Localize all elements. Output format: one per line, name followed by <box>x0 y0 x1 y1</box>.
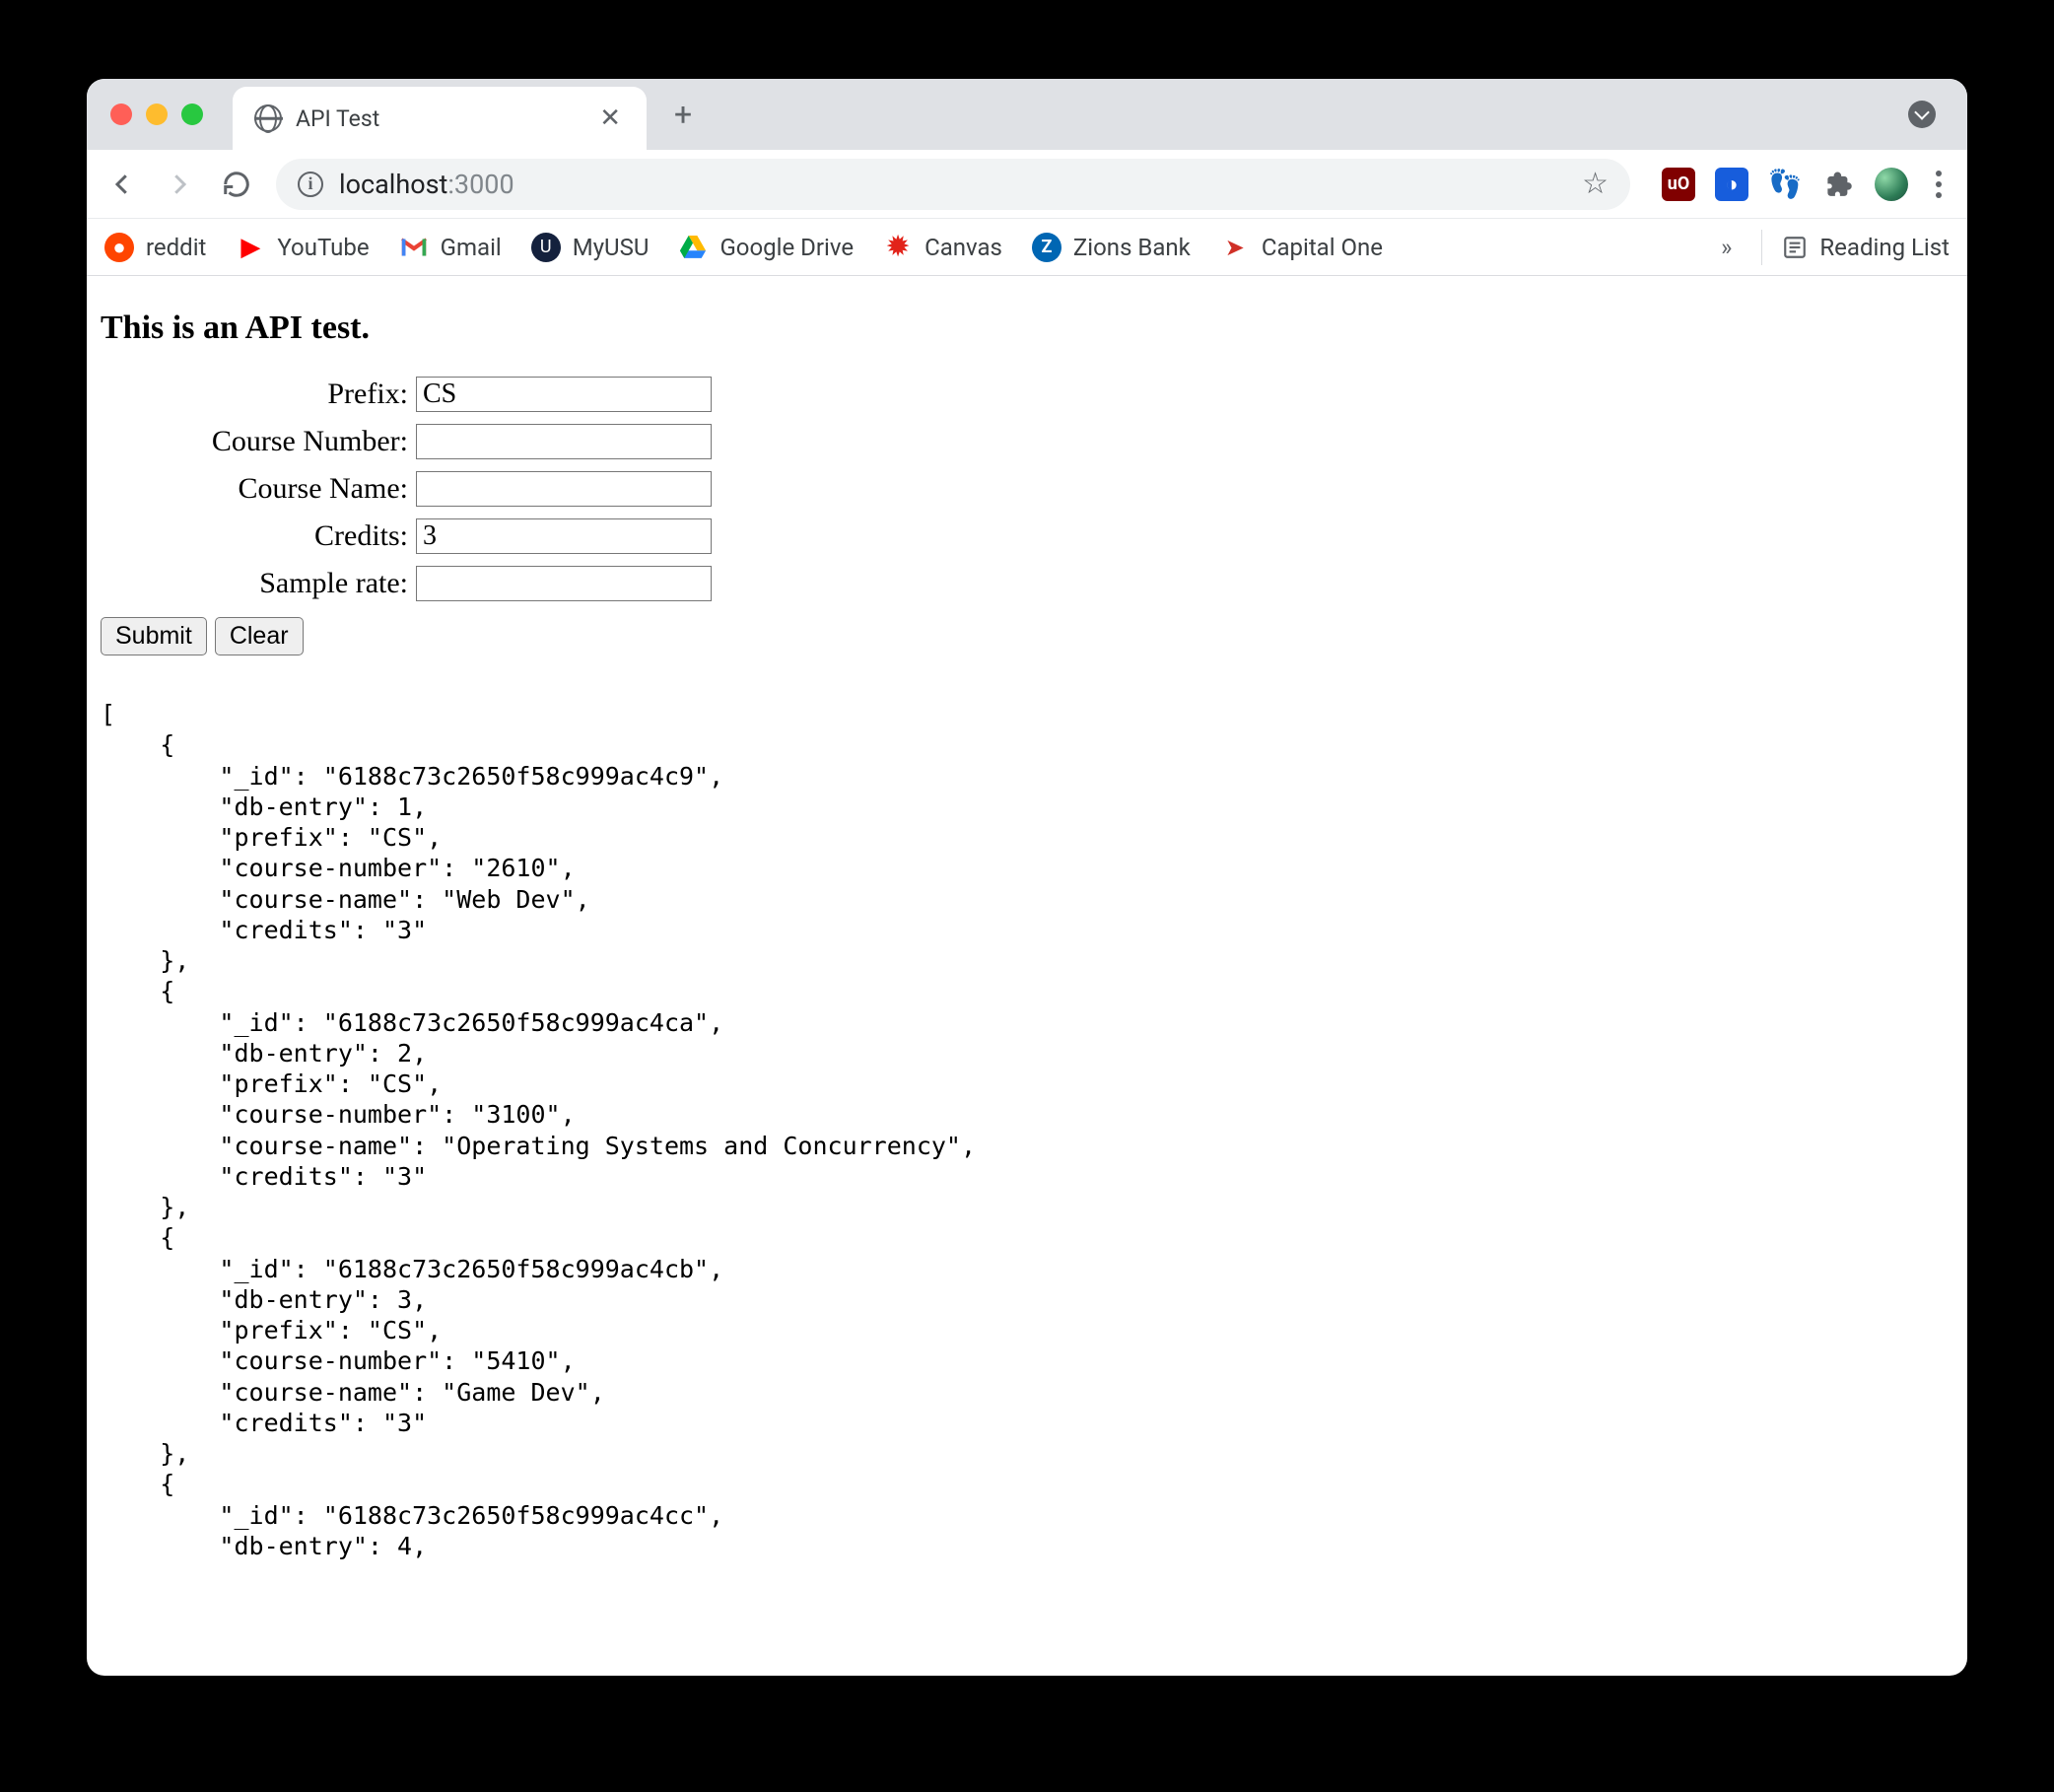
capital-one-icon: ➤ <box>1220 233 1250 262</box>
window-close-button[interactable] <box>110 103 132 125</box>
bookmark-label: Capital One <box>1262 234 1383 261</box>
form-row-credits: Credits: <box>101 518 1953 554</box>
course-name-input[interactable] <box>416 471 712 507</box>
bookmark-myusu[interactable]: U MyUSU <box>531 233 650 262</box>
form-row-sample-rate: Sample rate: <box>101 566 1953 601</box>
browser-tab[interactable]: API Test ✕ <box>233 87 647 150</box>
prefix-input[interactable] <box>416 377 712 412</box>
sample-rate-input[interactable] <box>416 566 712 601</box>
reddit-icon: ● <box>104 233 134 262</box>
sample-rate-label: Sample rate: <box>101 567 416 600</box>
ublock-extension-icon[interactable]: uO <box>1662 168 1695 201</box>
canvas-icon: ✹ <box>883 233 913 262</box>
bookmark-zions[interactable]: Z Zions Bank <box>1032 233 1191 262</box>
back-button[interactable] <box>104 167 140 202</box>
bookmark-label: Canvas <box>924 234 1002 261</box>
browser-toolbar: localhost:3000 ☆ uO ◑ 👣 <box>87 150 1967 219</box>
bookmark-capone[interactable]: ➤ Capital One <box>1220 233 1383 262</box>
new-tab-button[interactable]: + <box>664 96 702 133</box>
course-number-label: Course Number: <box>101 425 416 458</box>
browser-window: API Test ✕ + localhost:3000 ☆ uO <box>87 79 1967 1676</box>
bookmark-label: YouTube <box>277 234 369 261</box>
credits-label: Credits: <box>101 519 416 553</box>
youtube-icon: ▶ <box>236 233 265 262</box>
course-form: Prefix: Course Number: Course Name: Cred… <box>101 377 1953 655</box>
bookmark-gdrive[interactable]: Google Drive <box>678 233 854 262</box>
window-controls <box>110 103 203 125</box>
bookmark-gmail[interactable]: Gmail <box>399 233 502 262</box>
divider <box>1761 230 1762 265</box>
reload-button[interactable] <box>219 167 254 202</box>
url-host: localhost <box>339 169 447 200</box>
gdrive-icon <box>678 233 708 262</box>
prefix-label: Prefix: <box>101 378 416 411</box>
gnome-extension-icon[interactable]: 👣 <box>1768 168 1802 201</box>
zions-icon: Z <box>1032 233 1061 262</box>
extensions-area: uO ◑ 👣 <box>1662 168 1950 201</box>
close-tab-button[interactable]: ✕ <box>595 103 625 133</box>
forward-button[interactable] <box>162 167 197 202</box>
course-name-label: Course Name: <box>101 472 416 506</box>
address-bar-actions: ☆ <box>1582 167 1609 201</box>
extensions-button[interactable] <box>1821 168 1855 201</box>
site-info-icon[interactable] <box>298 172 323 197</box>
bookmark-label: Gmail <box>441 234 502 261</box>
bookmark-star-icon[interactable]: ☆ <box>1582 167 1609 201</box>
submit-button[interactable]: Submit <box>101 617 207 655</box>
reading-list-button[interactable]: Reading List <box>1782 234 1950 261</box>
window-titlebar: API Test ✕ + <box>87 79 1967 150</box>
titlebar-right <box>1908 101 1944 128</box>
bookmark-youtube[interactable]: ▶ YouTube <box>236 233 369 262</box>
bookmark-reddit[interactable]: ● reddit <box>104 233 206 262</box>
clear-button[interactable]: Clear <box>215 617 304 655</box>
form-buttons: Submit Clear <box>101 617 1953 655</box>
tab-title: API Test <box>296 105 582 132</box>
address-bar[interactable]: localhost:3000 ☆ <box>276 159 1630 210</box>
window-minimize-button[interactable] <box>146 103 168 125</box>
window-maximize-button[interactable] <box>181 103 203 125</box>
api-response-output: [ { "_id": "6188c73c2650f58c999ac4c9", "… <box>101 699 1953 1561</box>
myusu-icon: U <box>531 233 561 262</box>
browser-menu-button[interactable] <box>1928 171 1950 198</box>
page-content: This is an API test. Prefix: Course Numb… <box>87 276 1967 1676</box>
bookmark-label: reddit <box>146 234 206 261</box>
course-number-input[interactable] <box>416 424 712 459</box>
bookmarks-overflow-button[interactable]: » <box>1711 234 1742 261</box>
globe-icon <box>254 104 282 132</box>
bookmarks-bar: ● reddit ▶ YouTube Gmail U MyUSU Google … <box>87 219 1967 276</box>
url-port: :3000 <box>447 169 514 200</box>
reading-list-label: Reading List <box>1819 234 1950 261</box>
bookmark-label: Zions Bank <box>1073 234 1191 261</box>
bookmark-label: MyUSU <box>573 234 650 261</box>
form-row-course-name: Course Name: <box>101 471 1953 507</box>
account-chevron-icon[interactable] <box>1908 101 1936 128</box>
form-row-prefix: Prefix: <box>101 377 1953 412</box>
credits-input[interactable] <box>416 518 712 554</box>
bitwarden-extension-icon[interactable]: ◑ <box>1715 168 1748 201</box>
url-text: localhost:3000 <box>339 169 514 200</box>
bookmark-canvas[interactable]: ✹ Canvas <box>883 233 1002 262</box>
form-row-course-number: Course Number: <box>101 424 1953 459</box>
page-title: This is an API test. <box>101 310 1953 347</box>
gmail-icon <box>399 233 429 262</box>
profile-avatar-icon[interactable] <box>1875 168 1908 201</box>
bookmark-label: Google Drive <box>719 234 854 261</box>
